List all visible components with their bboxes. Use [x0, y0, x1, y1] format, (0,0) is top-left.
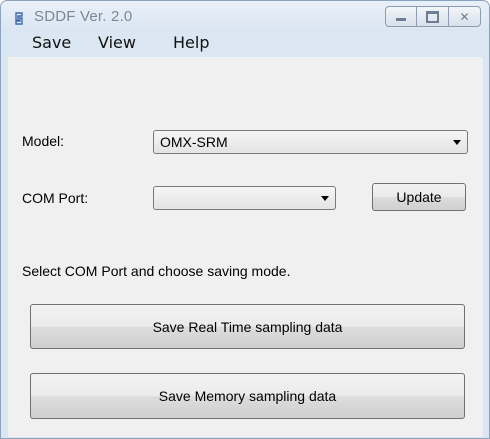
chevron-down-icon — [453, 140, 461, 145]
save-memory-button[interactable]: Save Memory sampling data — [30, 373, 465, 419]
model-label: Model: — [22, 133, 65, 149]
com-port-select[interactable] — [153, 186, 336, 210]
menu-save[interactable]: Save — [32, 33, 71, 52]
app-icon[interactable] — [13, 11, 25, 26]
model-select[interactable]: OMX-SRM — [153, 130, 468, 154]
window-title: SDDF Ver. 2.0 — [34, 8, 133, 25]
update-button[interactable]: Update — [372, 183, 466, 211]
menu-view[interactable]: View — [98, 33, 136, 52]
menu-bar: Save View Help — [8, 33, 483, 55]
menu-help[interactable]: Help — [173, 33, 209, 52]
close-button[interactable]: ✕ — [449, 6, 481, 27]
maximize-icon — [426, 10, 439, 23]
minimize-icon — [396, 18, 406, 21]
maximize-button[interactable] — [417, 6, 449, 27]
save-realtime-button[interactable]: Save Real Time sampling data — [30, 304, 465, 349]
model-select-value: OMX-SRM — [160, 134, 228, 150]
client-area: Model: OMX-SRM COM Port: Update Select C… — [8, 57, 483, 437]
com-port-label: COM Port: — [22, 190, 89, 206]
title-bar[interactable]: SDDF Ver. 2.0 ✕ — [1, 1, 489, 33]
instruction-text: Select COM Port and choose saving mode. — [22, 263, 291, 279]
chevron-down-icon — [321, 196, 329, 201]
minimize-button[interactable] — [385, 6, 417, 27]
app-window: SDDF Ver. 2.0 ✕ Save View Help Model: OM… — [0, 0, 490, 439]
caption-buttons: ✕ — [385, 6, 481, 28]
close-icon: ✕ — [459, 9, 470, 24]
